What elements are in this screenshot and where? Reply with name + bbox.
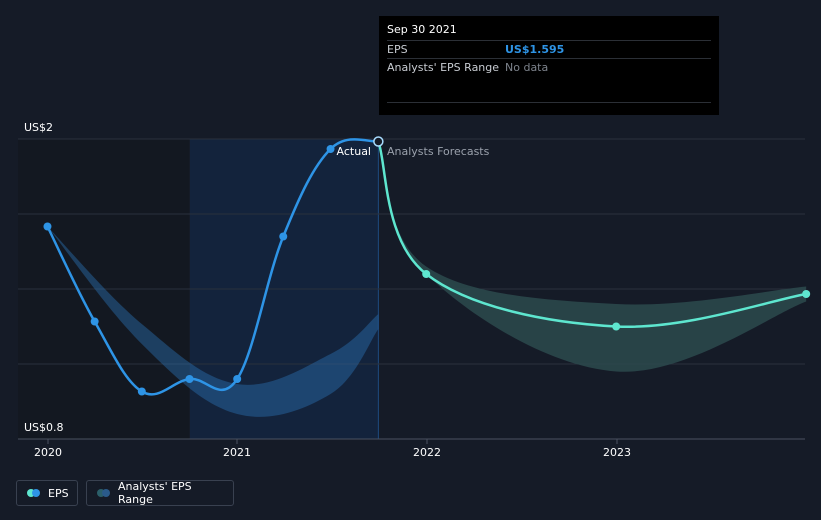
tooltip-date: Sep 30 2021 <box>387 23 457 36</box>
region-label-forecast: Analysts Forecasts <box>387 145 490 158</box>
eps-point <box>233 375 242 383</box>
legend-item-range[interactable]: Analysts' EPS Range <box>86 480 234 506</box>
legend: EPS Analysts' EPS Range <box>16 480 234 506</box>
eps-point-highlighted <box>373 136 384 147</box>
tooltip-eps-row: EPS US$1.595 <box>387 40 711 58</box>
x-tick-label: 2021 <box>223 446 251 459</box>
eps-point <box>43 222 52 231</box>
region-label-actual: Actual <box>337 145 371 158</box>
tooltip-range-label: Analysts' EPS Range <box>387 61 500 74</box>
legend-range-label: Analysts' EPS Range <box>118 480 192 506</box>
range-legend-icon <box>97 489 110 497</box>
eps-point <box>279 232 288 241</box>
eps-legend-icon <box>27 489 40 497</box>
eps-point <box>422 270 431 278</box>
eps-point <box>612 322 621 331</box>
tooltip-eps-label: EPS <box>387 43 408 56</box>
y-tick-label-top: US$2 <box>24 121 53 134</box>
legend-eps-label: EPS <box>48 486 69 500</box>
eps-point <box>802 290 811 298</box>
tooltip-eps-value: US$1.595 <box>505 43 565 56</box>
y-tick-label-bottom: US$0.8 <box>24 421 64 434</box>
tooltip-divider <box>387 102 711 103</box>
tooltip-panel: Sep 30 2021 EPS US$1.595 Analysts' EPS R… <box>379 16 719 115</box>
eps-point <box>90 317 99 326</box>
x-tick-label: 2022 <box>413 446 441 459</box>
tooltip-range-row: Analysts' EPS Range No data <box>387 58 711 76</box>
eps-point <box>185 375 194 383</box>
x-tick-label: 2020 <box>34 446 62 459</box>
eps-point <box>326 145 335 153</box>
x-tick-label: 2023 <box>603 446 631 459</box>
tooltip-range-value: No data <box>505 61 549 74</box>
forecast-eps-range-band <box>378 141 807 372</box>
legend-item-eps[interactable]: EPS <box>16 480 78 506</box>
eps-point <box>137 387 146 396</box>
